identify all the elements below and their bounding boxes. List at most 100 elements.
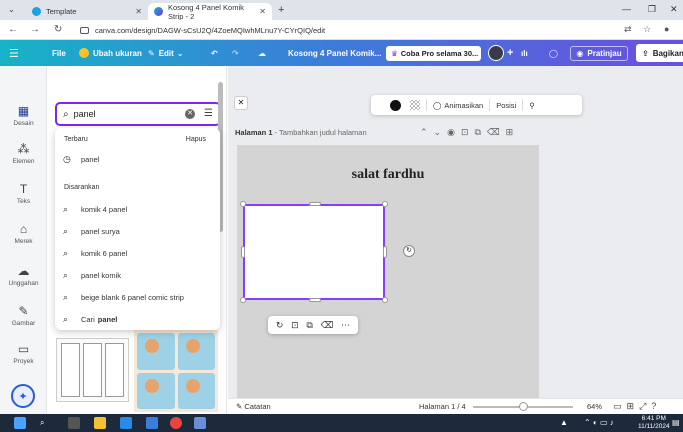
preview-button[interactable]: ◉ Pratinjau (570, 46, 628, 61)
notifications-icon[interactable]: ▤ (672, 418, 680, 427)
add-page-icon[interactable]: ⊞ (506, 127, 520, 137)
chrome-icon[interactable] (170, 417, 182, 429)
rail-item-draw[interactable]: ✎ Gambar (0, 304, 47, 327)
tab-search-icon[interactable]: ⌄ (8, 5, 15, 14)
delete-icon[interactable]: ⌫ (321, 320, 334, 331)
bookmark-star-icon[interactable]: ☆ (643, 24, 651, 35)
url-field[interactable]: canva.com/design/DAGW-sCsU2Q/4ZoeMQIwhML… (80, 23, 590, 37)
position-button[interactable]: Posisi (496, 101, 516, 110)
zoom-slider[interactable] (473, 402, 573, 411)
selected-frame[interactable] (243, 204, 385, 300)
paint-format-icon[interactable]: ⚲ (529, 101, 535, 110)
notes-button[interactable]: ✎ Catatan (236, 402, 271, 411)
hide-page-icon[interactable]: ◉ (447, 127, 461, 137)
rail-item-elements[interactable]: ⁂ Elemen (0, 142, 47, 165)
suggestion-item[interactable]: ⌕ komik 6 panel (63, 244, 127, 262)
new-tab-icon[interactable]: + (278, 4, 284, 16)
site-info-icon[interactable] (80, 26, 89, 34)
cloud-sync-icon[interactable]: ☁ (258, 40, 266, 66)
chevron-down-icon[interactable]: ⌄ (434, 127, 448, 137)
maximize-icon[interactable]: ❐ (648, 4, 656, 15)
template-thumbnail[interactable] (56, 338, 129, 402)
browser-tab-canva[interactable]: Kosong 4 Panel Komik Strip - 2 ✕ (148, 3, 272, 21)
clear-recent-link[interactable]: Hapus (186, 136, 206, 143)
template-thumbnail[interactable] (134, 330, 218, 412)
lock-page-icon[interactable]: ⊡ (461, 127, 475, 137)
network-icon[interactable]: ▲ (560, 418, 568, 427)
suggestion-item[interactable]: ⌕ komik 4 panel (63, 200, 127, 218)
resize-handle[interactable] (383, 246, 387, 258)
grid-view-icon[interactable]: ⊞ (627, 401, 640, 411)
translate-icon[interactable]: ⇄ (624, 24, 632, 35)
back-icon[interactable]: ← (8, 24, 18, 35)
profile-icon[interactable]: ● (664, 24, 669, 34)
undo-icon[interactable]: ↶ (211, 40, 218, 66)
resize-handle[interactable] (382, 297, 388, 303)
resize-button[interactable]: Ubah ukuran (79, 40, 142, 66)
zoom-value[interactable]: 64% (587, 402, 602, 411)
comment-icon[interactable]: ◯ (549, 40, 558, 66)
close-panel-icon[interactable]: ✕ (234, 96, 248, 110)
page-indicator[interactable]: Halaman 1 / 4 (419, 402, 466, 411)
avatar[interactable] (488, 45, 504, 61)
rail-item-projects[interactable]: ▭ Proyek (0, 342, 47, 365)
close-window-icon[interactable]: ✕ (670, 4, 678, 15)
close-tab-icon[interactable]: ✕ (135, 7, 142, 16)
chevron-up-icon[interactable]: ⌃ (420, 127, 434, 137)
magic-assistant-button[interactable]: ✦ (11, 384, 35, 408)
rail-item-brand[interactable]: ⌂ Merek (0, 222, 47, 245)
resize-handle[interactable] (240, 297, 246, 303)
more-icon[interactable]: ⋯ (341, 320, 350, 331)
resize-handle[interactable] (382, 201, 388, 207)
transparency-icon[interactable] (410, 100, 420, 110)
edit-menu[interactable]: ✎ Edit ⌄ (148, 40, 184, 66)
filter-icon[interactable]: ☰ (204, 108, 213, 119)
fullscreen-icon[interactable]: ⤢ (639, 401, 651, 411)
app-icon[interactable] (194, 417, 206, 429)
reload-icon[interactable]: ↻ (54, 24, 62, 35)
document-title[interactable]: Kosong 4 Panel Komik... (288, 40, 381, 66)
redo-icon[interactable]: ↷ (232, 40, 239, 66)
duplicate-icon[interactable]: ⧉ (306, 320, 312, 331)
search-for-item[interactable]: ⌕ Cari panel (63, 310, 117, 328)
analytics-icon[interactable]: ılı (521, 40, 528, 66)
animate-button[interactable]: Animasikan (444, 101, 483, 110)
page-header[interactable]: Halaman 1 - Tambahkan judul halaman (235, 128, 367, 137)
duplicate-page-icon[interactable]: ⧉ (475, 127, 487, 137)
start-icon[interactable] (14, 417, 26, 429)
file-explorer-icon[interactable] (94, 417, 106, 429)
task-view-icon[interactable] (68, 417, 80, 429)
recent-item[interactable]: ◷ panel (63, 150, 99, 168)
suggestion-item[interactable]: ⌕ panel surya (63, 222, 120, 240)
tray-icons[interactable]: ⌃ ◐ ▭ ♪ (584, 418, 614, 427)
edge-icon[interactable] (120, 417, 132, 429)
clear-search-icon[interactable]: ✕ (185, 109, 195, 119)
minimize-icon[interactable]: — (622, 4, 631, 14)
rail-item-text[interactable]: T Teks (0, 182, 47, 205)
file-menu[interactable]: File (52, 40, 66, 66)
resize-handle[interactable] (309, 298, 321, 302)
add-collaborator-icon[interactable]: + (507, 40, 513, 66)
resize-handle[interactable] (241, 246, 245, 258)
resize-handle[interactable] (309, 202, 321, 206)
forward-icon[interactable]: → (30, 24, 40, 35)
page-view-icon[interactable]: ▭ (613, 401, 627, 411)
rail-item-uploads[interactable]: ☁ Unggahan (0, 264, 47, 287)
clock[interactable]: 6:41 PM 11/11/2024 (638, 415, 670, 431)
color-swatch[interactable] (390, 99, 401, 111)
help-icon[interactable]: ? (651, 401, 661, 411)
rotate-handle-icon[interactable]: ↻ (403, 245, 415, 257)
browser-tab-template[interactable]: Template ✕ (26, 3, 148, 20)
rail-item-design[interactable]: ▦ Desain (0, 104, 47, 127)
zoom-slider-knob[interactable] (519, 402, 528, 411)
design-page[interactable]: salat fardhu ↻ (237, 145, 539, 398)
search-icon[interactable]: ⌕ (40, 418, 44, 428)
search-input[interactable]: ⌕ panel ✕ ☰ (55, 102, 221, 126)
rotate-icon[interactable]: ↻ (276, 320, 284, 331)
lock-icon[interactable]: ⊡ (291, 320, 299, 331)
close-tab-icon[interactable]: ✕ (259, 7, 266, 16)
resize-handle[interactable] (240, 201, 246, 207)
store-icon[interactable] (146, 417, 158, 429)
menu-icon[interactable]: ☰ (9, 40, 19, 66)
delete-page-icon[interactable]: ⌫ (487, 127, 506, 137)
